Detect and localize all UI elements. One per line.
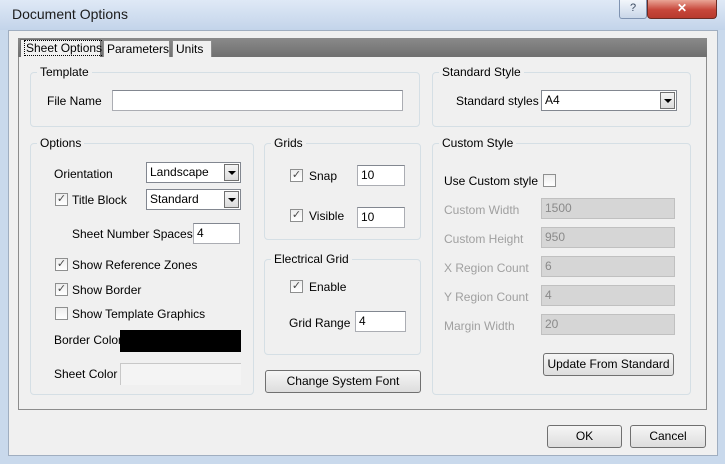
custom-height-label: Custom Height	[444, 232, 524, 246]
grids-group: Grids ✓ Snap 10 ✓ Visible 10	[264, 136, 421, 240]
sheet-number-spaces-input[interactable]: 4	[193, 223, 240, 244]
custom-width-label: Custom Width	[444, 203, 520, 217]
border-color-label: Border Color	[54, 333, 123, 347]
grid-range-input[interactable]: 4	[355, 311, 406, 332]
orientation-label: Orientation	[54, 167, 113, 181]
custom-height-input[interactable]: 950	[541, 227, 675, 248]
show-reference-zones-checkbox[interactable]: ✓	[55, 258, 68, 271]
visible-label: Visible	[309, 209, 345, 223]
options-group: Options Orientation Landscape ✓ Title Bl…	[30, 136, 254, 395]
orientation-select[interactable]: Landscape	[146, 162, 241, 183]
snap-label: Snap	[309, 169, 338, 183]
margin-width-label: Margin Width	[444, 319, 515, 333]
custom-style-group: Custom Style Use Custom style Custom Wid…	[432, 136, 691, 395]
show-border-checkbox[interactable]: ✓	[55, 283, 68, 296]
standard-styles-label: Standard styles	[456, 94, 539, 108]
select-value: A4	[545, 93, 560, 107]
update-from-standard-button[interactable]: Update From Standard	[543, 353, 674, 376]
tab-sheet-options[interactable]: Sheet Options	[20, 39, 105, 58]
window-title: Document Options	[12, 6, 128, 22]
tab-label: Sheet Options	[24, 40, 105, 56]
standard-style-group: Standard Style Standard styles A4	[432, 65, 691, 127]
group-title: Custom Style	[439, 136, 517, 150]
sheet-color-swatch[interactable]	[120, 363, 241, 385]
group-title: Template	[37, 65, 92, 79]
x-region-count-input[interactable]: 6	[541, 256, 675, 277]
chevron-down-icon[interactable]	[224, 191, 239, 208]
tab-parameters[interactable]: Parameters	[103, 40, 170, 58]
template-group: Template File Name	[30, 65, 420, 127]
enable-label: Enable	[309, 280, 347, 294]
snap-checkbox[interactable]: ✓	[290, 169, 303, 182]
title-block-label: Title Block	[72, 193, 127, 207]
ok-button[interactable]: OK	[547, 425, 622, 448]
title-block-checkbox[interactable]: ✓	[55, 193, 68, 206]
group-title: Options	[37, 136, 85, 150]
grid-range-label: Grid Range	[289, 316, 351, 330]
chevron-down-icon[interactable]	[224, 164, 239, 181]
margin-width-input[interactable]: 20	[541, 314, 675, 335]
title-block-select[interactable]: Standard	[146, 189, 241, 210]
use-custom-style-label: Use Custom style	[444, 174, 539, 188]
close-icon: ✕	[676, 1, 688, 15]
help-button[interactable]: ?	[619, 0, 647, 19]
border-color-swatch[interactable]	[120, 330, 241, 352]
close-button[interactable]: ✕	[647, 0, 717, 19]
help-icon: ?	[629, 2, 637, 14]
select-value: Standard	[150, 192, 199, 206]
chevron-down-icon[interactable]	[660, 92, 675, 109]
cancel-button[interactable]: Cancel	[630, 425, 706, 448]
show-border-label: Show Border	[72, 283, 142, 297]
file-name-label: File Name	[47, 94, 102, 108]
custom-width-input[interactable]: 1500	[541, 198, 675, 219]
sheet-color-label: Sheet Color	[54, 367, 118, 381]
x-region-count-label: X Region Count	[444, 261, 529, 275]
select-value: Landscape	[150, 165, 209, 179]
show-reference-zones-label: Show Reference Zones	[72, 258, 198, 272]
visible-input[interactable]: 10	[357, 207, 405, 228]
y-region-count-input[interactable]: 4	[541, 285, 675, 306]
show-template-graphics-checkbox[interactable]	[55, 307, 68, 320]
sheet-number-spaces-label: Sheet Number Spaces	[72, 227, 193, 241]
enable-checkbox[interactable]: ✓	[290, 280, 303, 293]
group-title: Standard Style	[439, 65, 524, 79]
file-name-input[interactable]	[112, 90, 403, 111]
group-title: Grids	[271, 136, 306, 150]
snap-input[interactable]: 10	[357, 165, 405, 186]
electrical-grid-group: Electrical Grid ✓ Enable Grid Range 4	[264, 252, 421, 355]
tab-units[interactable]: Units	[172, 40, 212, 58]
change-system-font-button[interactable]: Change System Font	[265, 370, 421, 393]
group-title: Electrical Grid	[271, 252, 352, 266]
use-custom-style-checkbox[interactable]	[543, 174, 556, 187]
standard-styles-select[interactable]: A4	[541, 90, 677, 111]
visible-checkbox[interactable]: ✓	[290, 209, 303, 222]
y-region-count-label: Y Region Count	[444, 290, 529, 304]
show-template-graphics-label: Show Template Graphics	[72, 307, 206, 321]
